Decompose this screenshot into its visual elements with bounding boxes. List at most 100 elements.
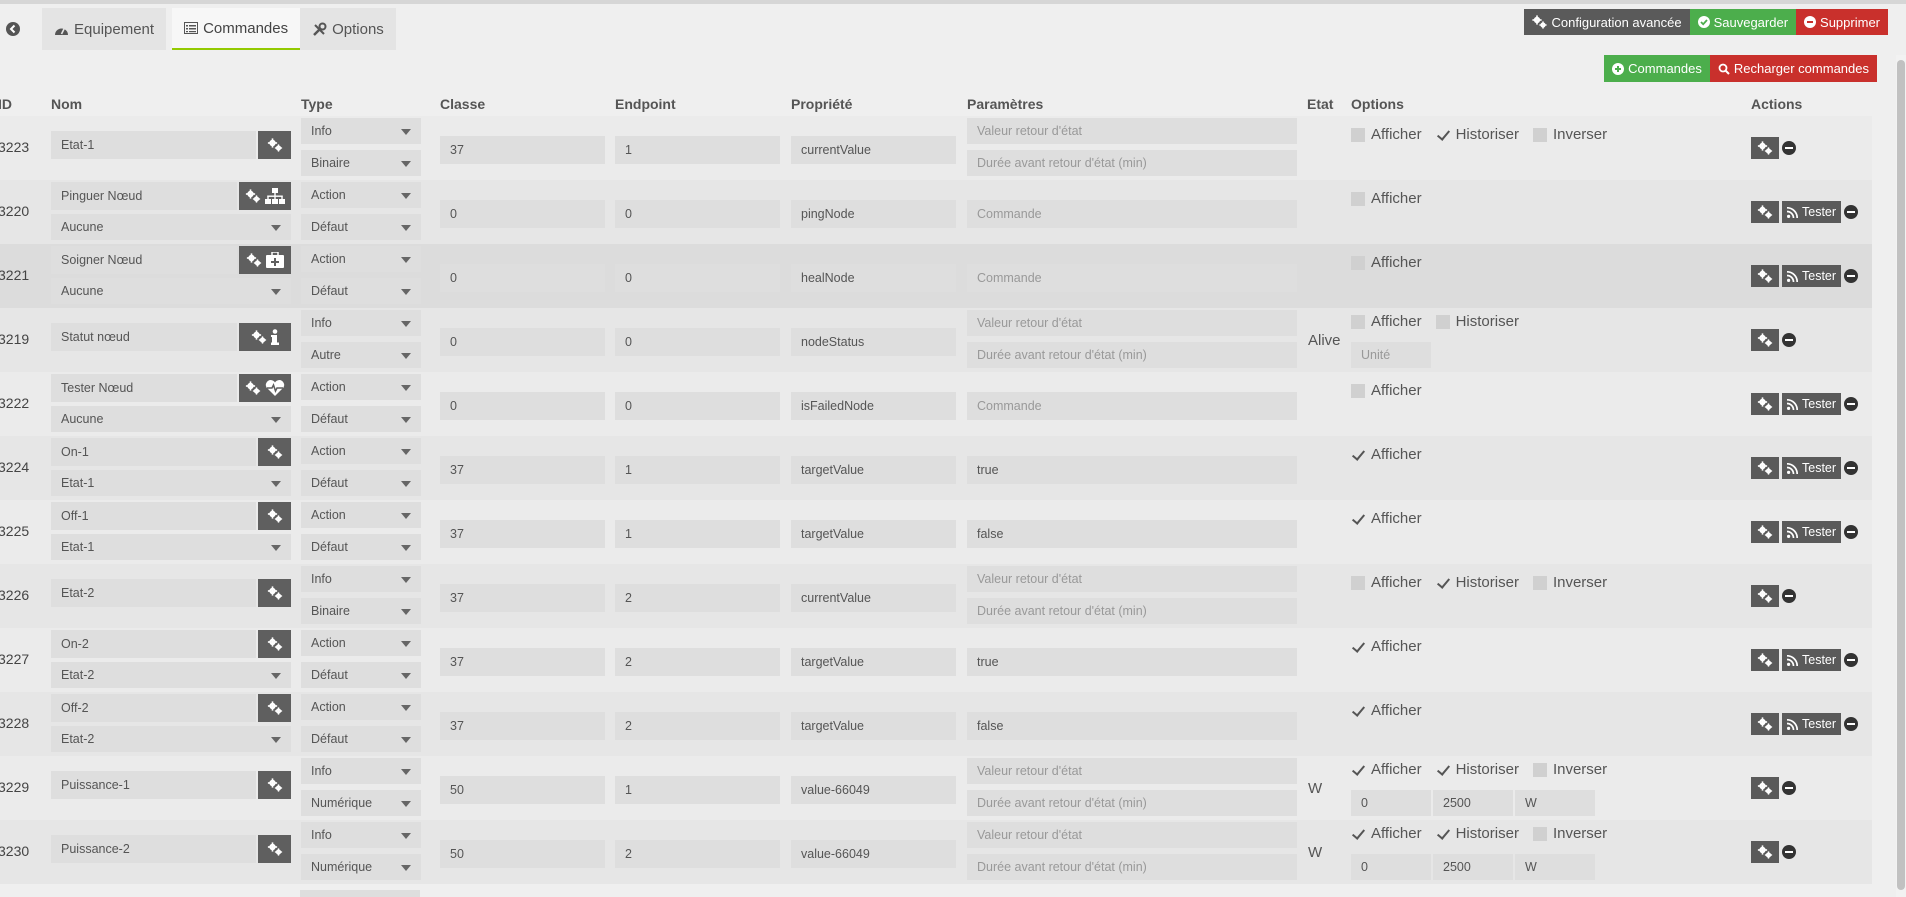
command-name-input[interactable]: Etat-2 xyxy=(51,579,256,607)
configure-command-button[interactable] xyxy=(1751,521,1779,543)
checkbox[interactable] xyxy=(1351,448,1365,462)
checkbox[interactable] xyxy=(1351,383,1365,398)
checkbox[interactable] xyxy=(1532,826,1547,841)
option-afficher[interactable]: Afficher xyxy=(1351,126,1422,143)
remove-command-icon[interactable] xyxy=(1844,461,1859,475)
test-command-button[interactable]: Tester xyxy=(1782,713,1842,735)
subtype-select[interactable]: Binaire xyxy=(301,150,421,176)
configure-command-button[interactable] xyxy=(1751,457,1779,479)
min-value-input[interactable]: 0 xyxy=(1351,854,1431,880)
checkbox[interactable] xyxy=(1351,191,1365,206)
command-name-input[interactable]: Soigner Nœud xyxy=(51,246,237,274)
icon-picker-button[interactable] xyxy=(258,579,291,607)
return-state-input[interactable]: Valeur retour d'état xyxy=(967,118,1297,144)
return-delay-input[interactable]: Durée avant retour d'état (min) xyxy=(967,598,1297,624)
configure-command-button[interactable] xyxy=(1751,393,1779,415)
type-select[interactable]: Info xyxy=(301,118,421,144)
class-input[interactable]: 37 xyxy=(440,456,605,484)
subtype-select[interactable]: Numérique xyxy=(301,790,421,816)
icon-picker-button[interactable] xyxy=(258,131,291,159)
linked-info-select[interactable]: Aucune xyxy=(51,214,291,240)
subtype-select[interactable]: Défaut xyxy=(301,726,421,752)
option-afficher[interactable]: Afficher xyxy=(1351,446,1422,463)
endpoint-input[interactable]: 2 xyxy=(615,712,780,740)
remove-command-icon[interactable] xyxy=(1844,205,1859,219)
command-param-input[interactable]: Commande xyxy=(967,264,1297,292)
property-input[interactable]: healNode xyxy=(791,264,956,292)
checkbox[interactable] xyxy=(1532,127,1547,142)
type-select[interactable]: Action xyxy=(301,630,421,656)
endpoint-input[interactable]: 2 xyxy=(615,584,780,612)
checkbox[interactable] xyxy=(1436,827,1450,841)
scrollbar-thumb[interactable] xyxy=(1897,60,1905,890)
remove-command-icon[interactable] xyxy=(1782,845,1796,859)
icon-picker-button[interactable] xyxy=(258,835,291,863)
type-select[interactable]: Action xyxy=(301,182,421,208)
command-param-input[interactable]: false xyxy=(967,520,1297,548)
checkbox[interactable] xyxy=(1351,255,1365,270)
command-param-input[interactable]: false xyxy=(967,712,1297,740)
endpoint-input[interactable]: 0 xyxy=(615,328,780,356)
tab-commandes[interactable]: Commandes xyxy=(172,8,301,50)
remove-command-icon[interactable] xyxy=(1844,717,1859,731)
checkbox[interactable] xyxy=(1436,128,1450,142)
linked-info-select[interactable]: Etat-2 xyxy=(51,726,291,752)
subtype-select[interactable]: Autre xyxy=(301,342,421,368)
class-input[interactable]: 0 xyxy=(440,264,605,292)
type-select[interactable]: Info xyxy=(301,566,421,592)
remove-command-icon[interactable] xyxy=(1844,269,1859,283)
checkbox[interactable] xyxy=(1532,762,1547,777)
test-command-button[interactable]: Tester xyxy=(1782,265,1842,287)
checkbox[interactable] xyxy=(1351,512,1365,526)
linked-info-select[interactable]: Etat-2 xyxy=(51,662,291,688)
property-input[interactable]: targetValue xyxy=(791,712,956,740)
endpoint-input[interactable]: 1 xyxy=(615,520,780,548)
option-historiser[interactable]: Historiser xyxy=(1436,761,1519,778)
property-input[interactable]: targetValue xyxy=(791,520,956,548)
back-button[interactable] xyxy=(0,8,30,50)
class-input[interactable]: 37 xyxy=(440,584,605,612)
option-afficher[interactable]: Afficher xyxy=(1351,254,1422,271)
subtype-select[interactable]: Défaut xyxy=(301,406,421,432)
command-name-input[interactable]: On-1 xyxy=(51,438,256,466)
property-input[interactable]: value-66049 xyxy=(791,776,956,804)
command-param-input[interactable]: Commande xyxy=(967,200,1297,228)
option-historiser[interactable]: Historiser xyxy=(1436,825,1519,842)
subtype-select[interactable]: Défaut xyxy=(301,470,421,496)
command-param-input[interactable]: true xyxy=(967,456,1297,484)
endpoint-input[interactable]: 1 xyxy=(615,136,780,164)
configure-command-button[interactable] xyxy=(1751,841,1779,863)
endpoint-input[interactable]: 1 xyxy=(615,776,780,804)
type-select[interactable]: Action xyxy=(301,502,421,528)
type-select[interactable]: Action xyxy=(301,374,421,400)
class-input[interactable]: 37 xyxy=(440,136,605,164)
property-input[interactable]: currentValue xyxy=(791,584,956,612)
max-value-input[interactable]: 2500 xyxy=(1433,854,1513,880)
property-input[interactable]: targetValue xyxy=(791,648,956,676)
subtype-select[interactable]: Défaut xyxy=(301,662,421,688)
option-afficher[interactable]: Afficher xyxy=(1351,190,1422,207)
remove-command-icon[interactable] xyxy=(1844,397,1859,411)
checkbox[interactable] xyxy=(1351,575,1365,590)
remove-command-icon[interactable] xyxy=(1782,781,1796,795)
test-command-button[interactable]: Tester xyxy=(1782,201,1842,223)
checkbox[interactable] xyxy=(1351,127,1365,142)
checkbox[interactable] xyxy=(1351,827,1365,841)
class-input[interactable]: 0 xyxy=(440,392,605,420)
property-input[interactable]: pingNode xyxy=(791,200,956,228)
command-param-input[interactable]: true xyxy=(967,648,1297,676)
option-afficher[interactable]: Afficher xyxy=(1351,313,1422,330)
option-inverser[interactable]: Inverser xyxy=(1532,126,1607,143)
configure-command-button[interactable] xyxy=(1751,329,1779,351)
class-input[interactable]: 37 xyxy=(440,648,605,676)
type-select[interactable]: Action xyxy=(301,246,421,272)
option-historiser[interactable]: Historiser xyxy=(1436,574,1519,591)
linked-info-select[interactable]: Etat-1 xyxy=(51,534,291,560)
checkbox[interactable] xyxy=(1351,314,1365,329)
endpoint-input[interactable]: 0 xyxy=(615,392,780,420)
add-command-button[interactable]: Commandes xyxy=(1604,55,1710,82)
return-state-input[interactable]: Valeur retour d'état xyxy=(967,758,1297,784)
checkbox[interactable] xyxy=(1351,704,1365,718)
property-input[interactable]: targetValue xyxy=(791,456,956,484)
option-inverser[interactable]: Inverser xyxy=(1532,825,1607,842)
